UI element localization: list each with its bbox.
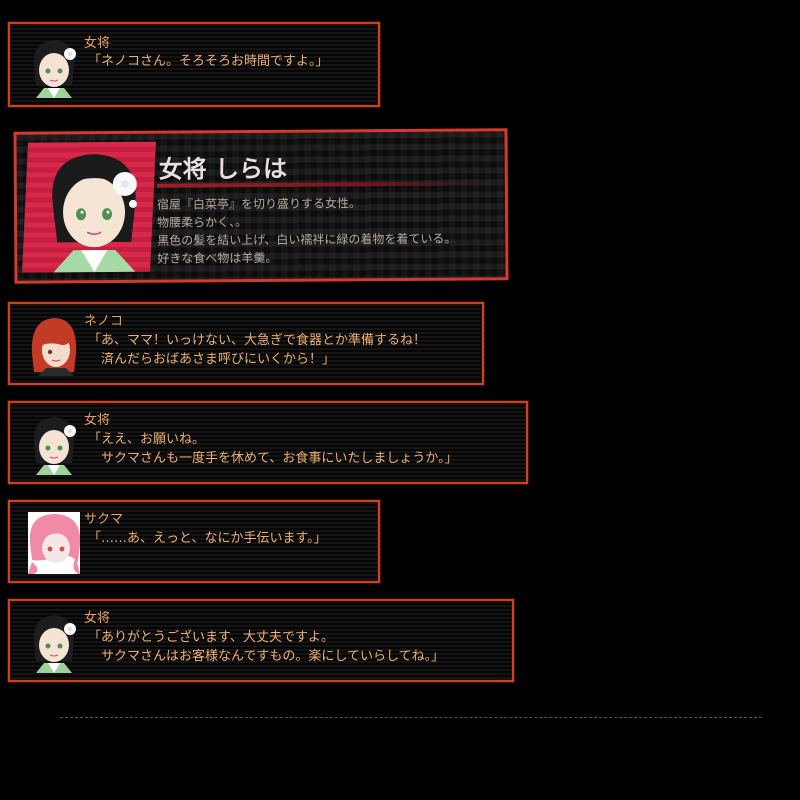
- dialogue-line: 「……あ、えっと、なにか手伝います。」: [88, 531, 327, 546]
- dialogue-line: 「ありがとうございます、大丈夫ですよ。: [88, 630, 334, 645]
- okami-avatar: [33, 40, 76, 98]
- speaker-name: 女将: [84, 413, 111, 428]
- profile-description-line: 好きな食べ物は羊羹。: [157, 250, 278, 266]
- dialogue-line: サクマさんも一度手を休めて、お食事にいたしましょうか。」: [88, 451, 458, 466]
- okami-avatar: [33, 615, 76, 673]
- dialogue-line: 「ネノコさん。そろそろお時間ですよ。」: [88, 54, 329, 69]
- dialogue-line: 済んだらおばあさま呼びにいくから！」: [88, 352, 336, 367]
- speaker-name: 女将: [84, 611, 111, 626]
- character-profile-card: 女将 しらは 宿屋『白菜亭』を切り盛りする女性。 物腰柔らかく、。 黒色の髪を結…: [13, 128, 509, 284]
- profile-description-line: 黒色の髪を結い上げ、白い襦袢に緑の着物を着ている。: [157, 231, 457, 248]
- dialogue-box: サクマ 「……あ、えっと、なにか手伝います。」: [8, 500, 380, 583]
- speaker-name: ネノコ: [84, 314, 124, 329]
- profile-description-line: 物腰柔らかく、。: [157, 215, 248, 230]
- dialogue-box: 女将 「ありがとうございます、大丈夫ですよ。 サクマさんはお客様なんですもの。楽…: [8, 599, 514, 682]
- dialogue-line: 「ええ、お願いね。: [88, 432, 206, 447]
- sakuma-avatar: [28, 512, 80, 574]
- profile-description: 宿屋『白菜亭』を切り盛りする女性。 物腰柔らかく、。 黒色の髪を結い上げ、白い襦…: [157, 194, 457, 268]
- dialogue-box: 女将 「ええ、お願いね。 サクマさんも一度手を休めて、お食事にいたしましょうか。…: [8, 401, 528, 484]
- okami-portrait: [52, 154, 137, 273]
- dialogue-box: 女将 「ネノコさん。そろそろお時間ですよ。」: [8, 22, 380, 107]
- nenoko-avatar: [31, 318, 77, 376]
- dialogue-line: サクマさんはお客様なんですもの。楽にしていらしてね。」: [88, 649, 445, 664]
- profile-character-name: 女将 しらは: [158, 154, 288, 184]
- speaker-name: サクマ: [84, 512, 124, 527]
- dialogue-box: ネノコ 「あ、ママ！いっけない、大急ぎで食器とか準備するね！ 済んだらおばあさま…: [8, 302, 484, 385]
- speaker-name: 女将: [84, 36, 111, 51]
- section-divider: [60, 717, 762, 718]
- okami-avatar: [33, 417, 76, 475]
- dialogue-line: 「あ、ママ！いっけない、大急ぎで食器とか準備するね！: [88, 333, 427, 348]
- profile-description-line: 宿屋『白菜亭』を切り盛りする女性。: [156, 196, 362, 212]
